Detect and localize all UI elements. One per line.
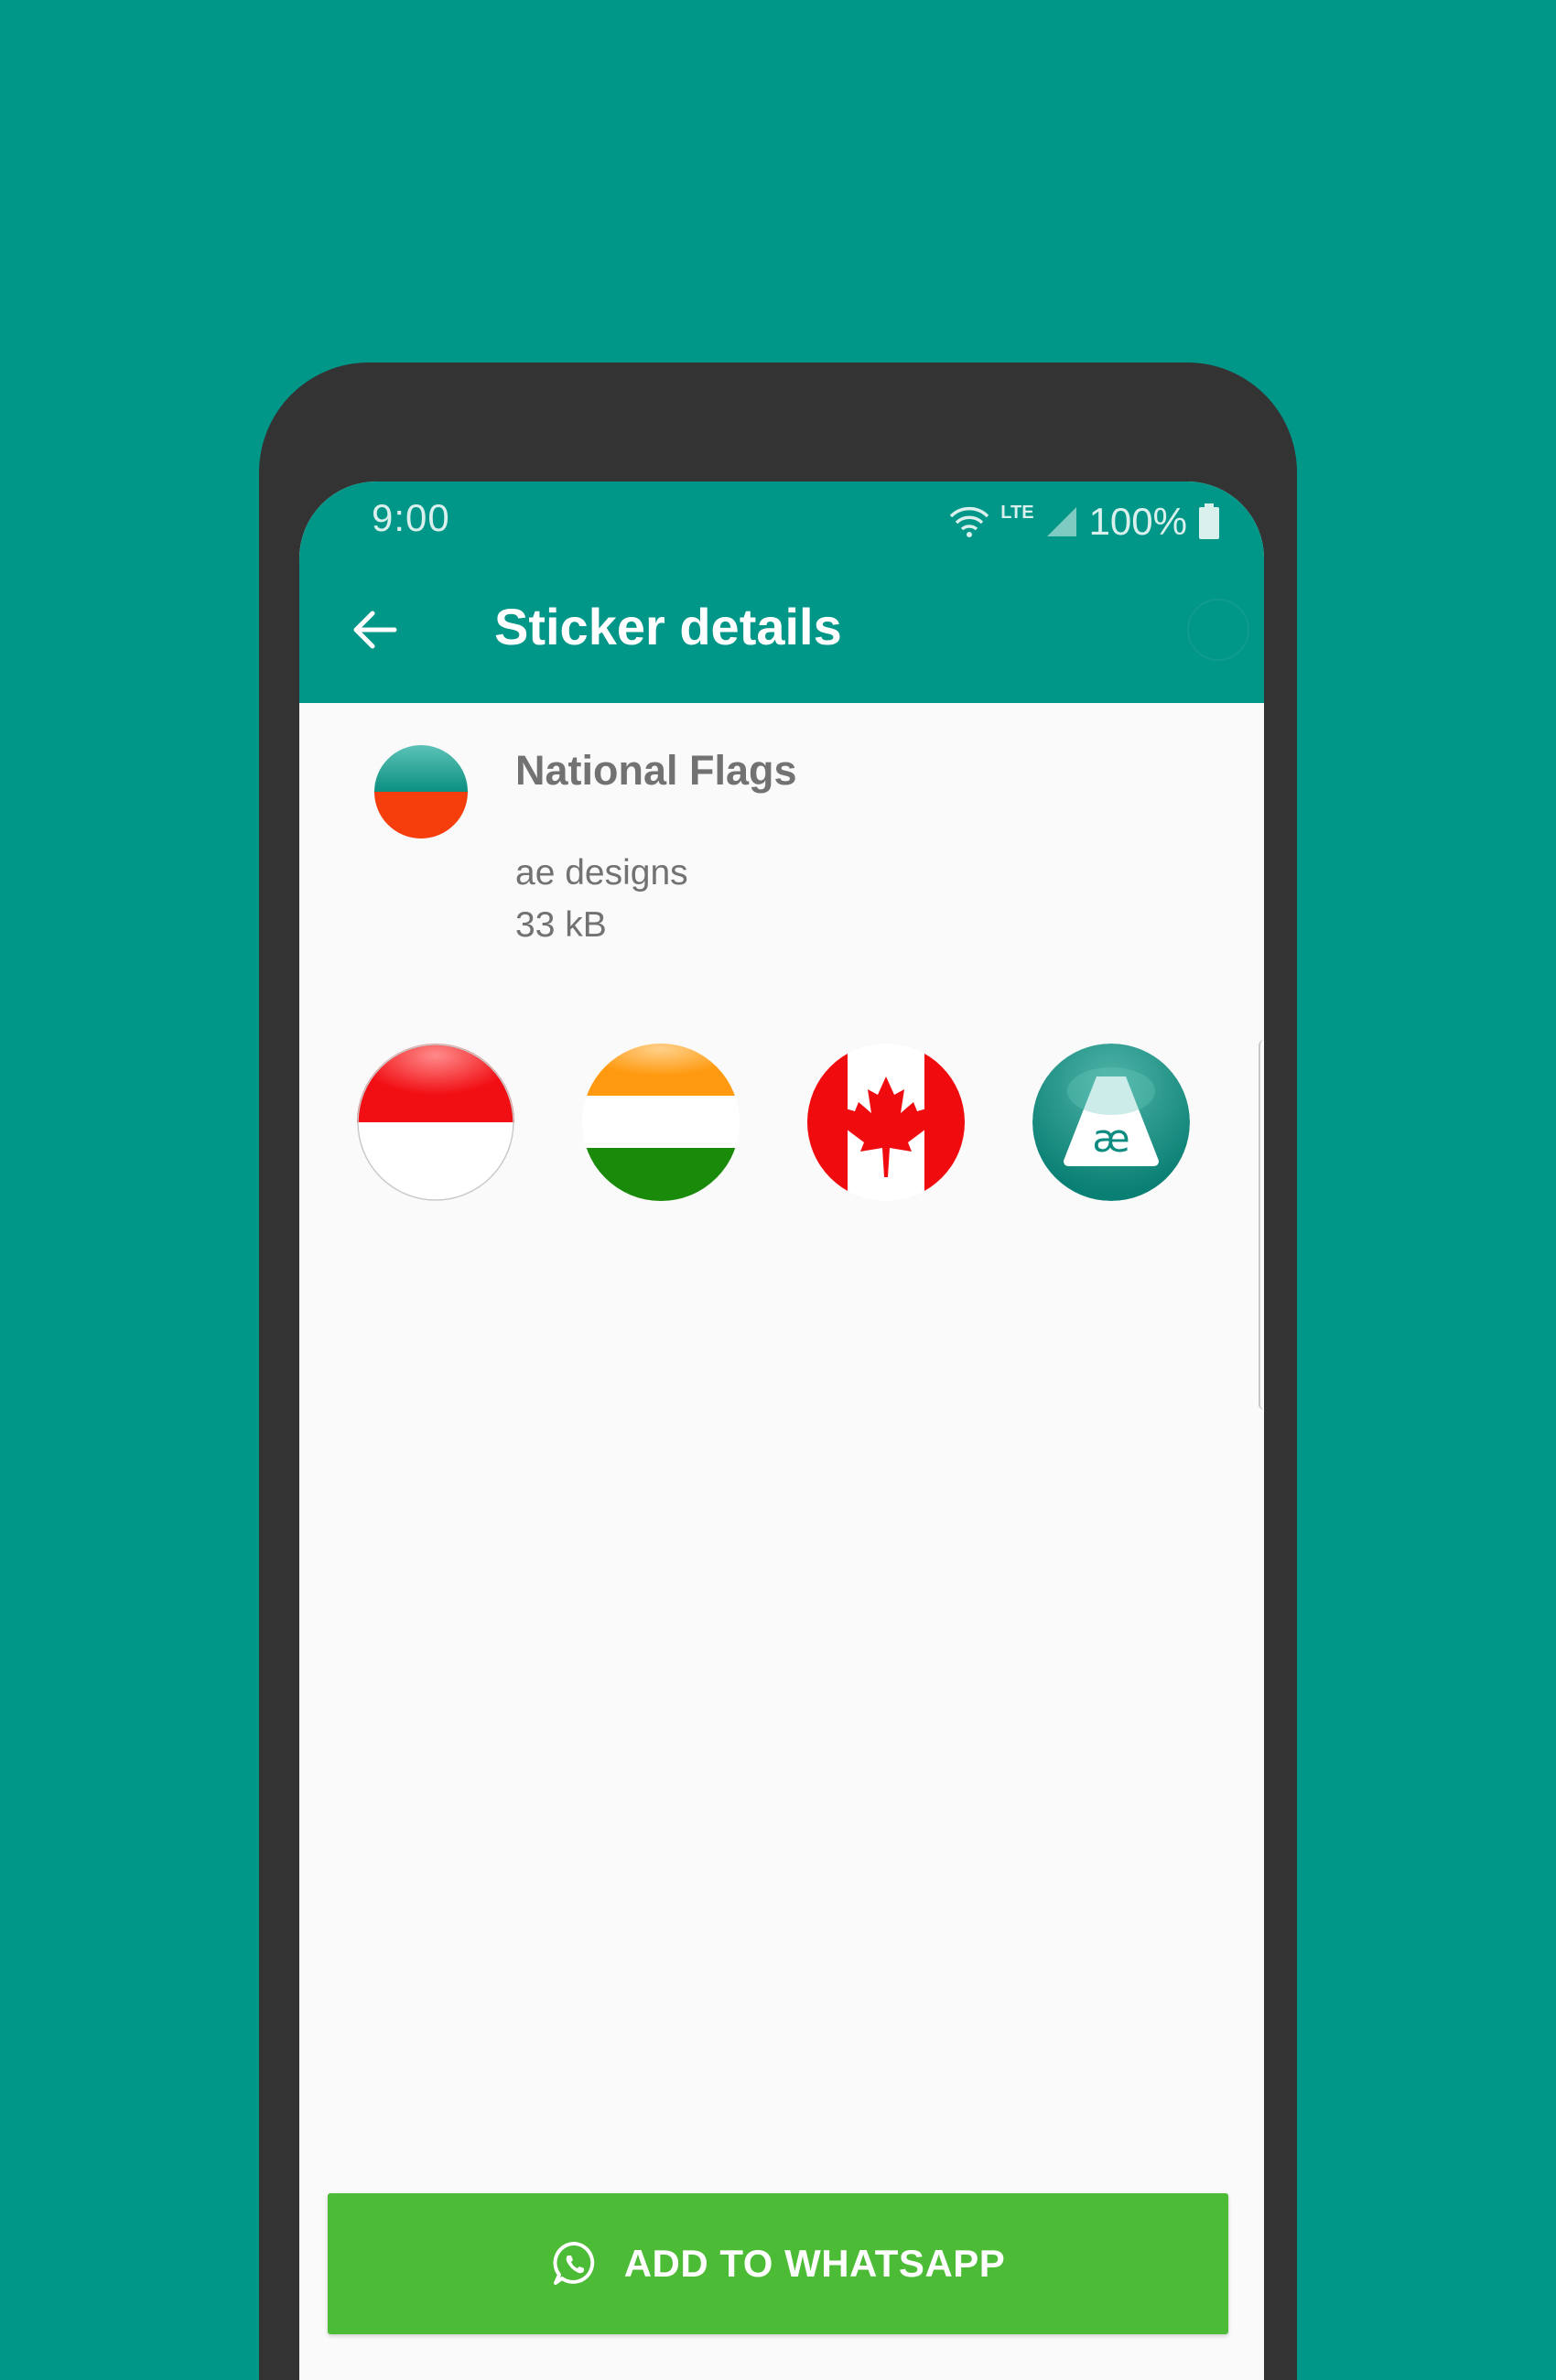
battery-percent: 100% [1088, 500, 1187, 543]
phone-screen: 9:00 LTE 100% Sticker details National F… [299, 481, 1264, 2380]
pack-name: National Flags [515, 747, 797, 794]
ae-designs-logo-icon: æ [1032, 1044, 1190, 1201]
whatsapp-icon [551, 2240, 599, 2288]
page-background: 9:00 LTE 100% Sticker details National F… [0, 0, 1556, 2380]
page-title: Sticker details [494, 598, 842, 655]
india-flag-icon [582, 1044, 740, 1201]
pack-size: 33 kB [515, 905, 607, 945]
sticker-indonesia-flag[interactable] [357, 1044, 514, 1201]
battery-icon [1198, 503, 1220, 540]
canada-flag-icon [807, 1044, 965, 1201]
info-button[interactable] [1187, 599, 1249, 661]
sticker-ae-designs-logo[interactable]: æ [1032, 1044, 1190, 1201]
status-time: 9:00 [372, 496, 450, 539]
wifi-icon [949, 505, 989, 538]
sticker-india-flag[interactable] [582, 1044, 740, 1201]
scroll-indicator [1259, 1040, 1264, 1410]
cell-signal-icon [1045, 505, 1078, 538]
ae-logo-text: æ [1092, 1116, 1129, 1161]
add-to-whatsapp-label: ADD TO WHATSAPP [623, 2242, 1006, 2285]
indonesia-flag-icon [357, 1044, 514, 1201]
arrow-back-icon [351, 606, 398, 654]
add-to-whatsapp-button[interactable]: ADD TO WHATSAPP [328, 2193, 1228, 2334]
status-indicators: LTE 100% [949, 496, 1220, 547]
sticker-canada-flag[interactable] [807, 1044, 965, 1201]
app-bar: 9:00 LTE 100% Sticker details [299, 481, 1264, 703]
pack-publisher: ae designs [515, 853, 688, 892]
pack-tray-icon [374, 745, 468, 838]
back-button[interactable] [341, 597, 407, 663]
network-type: LTE [1000, 502, 1034, 523]
